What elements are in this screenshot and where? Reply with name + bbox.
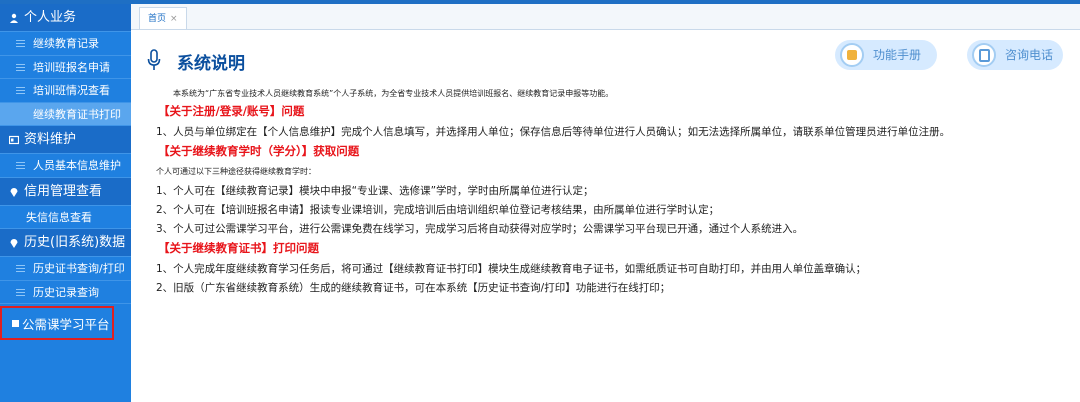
sidebar-header-credit[interactable]: 信用管理查看 <box>0 177 131 206</box>
sidebar-item-education-record[interactable]: 继续教育记录 <box>0 32 131 56</box>
contact-list-icon <box>972 43 996 67</box>
sidebar-item-label: 培训班报名申请 <box>33 60 110 74</box>
registration-item-1: 1、人员与单位绑定在【个人信息维护】完成个人信息填写，并选择用人单位；保存信息后… <box>156 126 951 138</box>
user-icon <box>10 13 18 23</box>
sidebar-item-label: 继续教育记录 <box>33 37 99 50</box>
sidebar-header-label: 信用管理查看 <box>24 183 103 199</box>
hours-item-3: 3、个人可过公需课学习平台，进行公需课免费在线学习，完成学习后将自动获得对应学时… <box>156 223 804 235</box>
microphone-icon <box>147 49 161 70</box>
sidebar-header-profile[interactable]: 资料维护 <box>0 126 131 154</box>
sidebar-item-label: 培训班情况查看 <box>33 84 110 97</box>
tab-home[interactable]: 首页 × <box>139 7 187 29</box>
sidebar-header-label: 资料维护 <box>24 132 77 147</box>
hours-item-1: 1、个人可在【继续教育记录】模块中申报“专业课、选修课”学时，学时由所属单位进行… <box>156 185 594 197</box>
sidebar-item-label: 人员基本信息维护 <box>33 159 121 172</box>
sidebar-item-label: 历史证书查询/打印 <box>33 262 125 275</box>
location-pin-icon <box>10 239 18 248</box>
certificate-item-1: 1、个人完成年度继续教育学习任务后，将可通过【继续教育证书打印】模块生成继续教育… <box>156 263 867 275</box>
sidebar-item-public-course-platform[interactable]: 公需课学习平台 <box>0 306 114 340</box>
list-icon <box>16 265 25 272</box>
sidebar: 个人业务 继续教育记录 培训班报名申请 培训班情况查看 继续教育证书打印 资料维… <box>0 4 131 402</box>
page-title: 系统说明 <box>177 54 245 74</box>
sidebar-item-dishonesty-view[interactable]: 失信信息查看 <box>0 206 131 229</box>
section-heading-certificate: 【关于继续教育证书】打印问题 <box>158 241 319 255</box>
intro-text: 本系统为“广东省专业技术人员继续教育系统”个人子系统，为全省专业技术人员提供培训… <box>173 89 614 98</box>
sidebar-item-label: 历史记录查询 <box>33 285 99 299</box>
sidebar-item-history-record[interactable]: 历史记录查询 <box>0 281 131 304</box>
sidebar-item-label: 公需课学习平台 <box>22 317 110 332</box>
sidebar-item-label: 失信信息查看 <box>26 210 92 224</box>
sidebar-item-training-apply[interactable]: 培训班报名申请 <box>0 56 131 79</box>
sidebar-item-history-certificate[interactable]: 历史证书查询/打印 <box>0 257 131 281</box>
list-icon <box>16 162 25 169</box>
sidebar-item-label: 继续教育证书打印 <box>33 107 121 121</box>
sidebar-header-personal[interactable]: 个人业务 <box>0 4 131 32</box>
hours-subtitle: 个人可通过以下三种途径获得继续教育学时： <box>156 167 316 176</box>
list-icon <box>16 40 25 47</box>
sidebar-item-training-view[interactable]: 培训班情况查看 <box>0 79 131 103</box>
sidebar-header-label: 个人业务 <box>24 10 77 25</box>
section-heading-registration: 【关于注册/登录/账号】问题 <box>158 104 305 118</box>
sidebar-item-certificate-print[interactable]: 继续教育证书打印 <box>0 102 131 126</box>
main-panel: 系统说明 功能手册 咨询电话 本系统为“广东省专业技术人员继续教育系统”个人子系… <box>131 30 1080 402</box>
location-pin-icon <box>10 187 18 197</box>
sidebar-item-personal-info[interactable]: 人员基本信息维护 <box>0 154 131 178</box>
id-card-icon <box>9 135 19 145</box>
book-icon <box>840 43 864 67</box>
list-icon <box>16 87 25 94</box>
tab-bar: 首页 × <box>131 4 1080 30</box>
manual-button[interactable]: 功能手册 <box>835 40 937 70</box>
phone-button[interactable]: 咨询电话 <box>967 40 1063 70</box>
tab-label: 首页 <box>148 14 167 24</box>
square-icon <box>12 320 19 327</box>
section-heading-hours: 【关于继续教育学时（学分）】获取问题 <box>158 144 360 158</box>
close-icon[interactable]: × <box>170 14 178 24</box>
hours-item-2: 2、个人可在【培训班报名申请】报读专业课培训，完成培训后由培训组织单位登记考核结… <box>156 204 720 216</box>
sidebar-header-label: 历史(旧系统)数据 <box>24 235 126 250</box>
certificate-item-2: 2、旧版（广东省继续教育系统）生成的继续教育证书，可在本系统【历史证书查询/打印… <box>156 282 671 294</box>
list-icon <box>16 63 25 71</box>
manual-button-label: 功能手册 <box>873 48 922 62</box>
sidebar-header-history[interactable]: 历史(旧系统)数据 <box>0 229 131 257</box>
list-icon <box>16 288 25 296</box>
phone-button-label: 咨询电话 <box>1005 48 1054 62</box>
